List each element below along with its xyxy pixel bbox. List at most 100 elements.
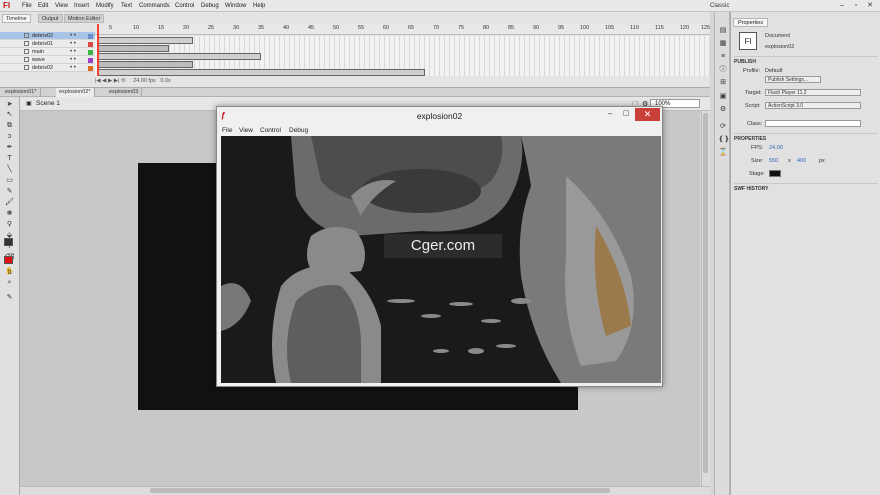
stroke-color-icon[interactable]: ✎ [3, 293, 16, 302]
script-select[interactable]: ActionScript 3.0 [765, 102, 861, 109]
layer-toggles[interactable]: • • [70, 48, 76, 56]
menu-insert[interactable]: Insert [74, 0, 89, 12]
deco-tool-icon[interactable]: ❀ [3, 209, 16, 218]
swap-colors-icon[interactable]: ⇅ [3, 269, 16, 278]
swf-history-header[interactable]: SWF HISTORY [734, 183, 878, 192]
line-tool-icon[interactable]: ╲ [3, 165, 16, 174]
maximize-icon[interactable]: ▫ [850, 1, 862, 11]
brush-tool-icon[interactable]: 🖌 [3, 198, 16, 207]
doc-tab-explosion01[interactable]: explosion01* [2, 88, 41, 97]
layer-row[interactable]: debris02 • • [0, 64, 95, 72]
vertical-scroll-thumb[interactable] [703, 113, 708, 473]
transform-tool-icon[interactable]: ⧉ [3, 121, 16, 130]
class-input[interactable] [765, 120, 861, 127]
target-select[interactable]: Flash Player 11.2 [765, 89, 861, 96]
motion-presets-icon[interactable]: ⟳ [718, 122, 728, 131]
horizontal-scroll-thumb[interactable] [150, 488, 610, 493]
align-icon[interactable]: ≡ [718, 52, 728, 61]
close-icon[interactable]: ✕ [864, 1, 876, 11]
doc-tab-explosion03[interactable]: explosion03 [106, 88, 143, 97]
pencil-tool-icon[interactable]: ✎ [3, 187, 16, 196]
player-menu-view[interactable]: View [239, 126, 253, 135]
layer-row[interactable]: main • • [0, 48, 95, 56]
player-close-icon[interactable]: ✕ [635, 108, 660, 121]
lasso-tool-icon[interactable]: ↄ [3, 132, 16, 141]
code-snippets-icon[interactable]: ❴❵ [718, 135, 730, 144]
doc-name: explosion02 [765, 44, 795, 50]
tab-properties[interactable]: Properties [733, 18, 769, 27]
text-tool-icon[interactable]: T [3, 154, 16, 163]
subselection-tool-icon[interactable]: ↖ [3, 110, 16, 119]
frame-ruler[interactable]: 5 10 15 20 25 30 35 40 45 50 55 60 65 70… [95, 24, 710, 35]
layer-toggles[interactable]: • • [70, 40, 76, 48]
flash-logo: Fl [3, 1, 11, 10]
publish-header[interactable]: PUBLISH [734, 56, 878, 65]
frame-number: 35 [258, 25, 265, 31]
menu-file[interactable]: File [22, 0, 32, 12]
frame-number: 15 [158, 25, 165, 31]
layer-toggles[interactable]: • • [70, 64, 76, 72]
menu-help[interactable]: Help [253, 0, 265, 12]
swatches-icon[interactable]: ▦ [718, 39, 728, 48]
history-icon[interactable]: ⌛ [718, 148, 728, 157]
player-menu-control[interactable]: Control [260, 126, 281, 135]
zoom-tool-icon[interactable]: ⌕ [3, 278, 16, 287]
tab-timeline[interactable]: Timeline [2, 14, 31, 23]
publish-settings-button[interactable]: Publish Settings... [765, 76, 821, 83]
menu-control[interactable]: Control [175, 0, 194, 12]
menu-modify[interactable]: Modify [96, 0, 114, 12]
frame-span[interactable] [97, 53, 261, 60]
transform-icon[interactable]: ⊞ [718, 78, 728, 87]
frame-span[interactable] [97, 69, 425, 76]
layer-toggles[interactable]: • • [70, 56, 76, 64]
playhead[interactable] [97, 24, 99, 76]
layer-row[interactable]: debris01 • • [0, 40, 95, 48]
menu-text[interactable]: Text [121, 0, 132, 12]
workspace-switcher[interactable]: Classic [710, 0, 729, 12]
layer-name: main [32, 49, 44, 55]
player-menu-file[interactable]: File [222, 126, 232, 135]
timeline-controls[interactable]: |◀ ◀ ▶ ▶| ⟲ 24.00 fps 0.0s [95, 78, 171, 84]
menu-window[interactable]: Window [225, 0, 246, 12]
stage-color-swatch[interactable] [769, 170, 781, 177]
size-width[interactable]: 550 [769, 158, 778, 164]
menu-commands[interactable]: Commands [139, 0, 170, 12]
pen-tool-icon[interactable]: ✒ [3, 143, 16, 152]
frame-number: 85 [508, 25, 515, 31]
info-icon[interactable]: ⓘ [718, 65, 728, 74]
bone-tool-icon[interactable]: ⚲ [3, 220, 16, 229]
stroke-color-swatch[interactable] [4, 238, 13, 246]
player-maximize-icon[interactable]: ▢ [619, 109, 633, 121]
fps-value[interactable]: 24.00 [769, 145, 783, 151]
menu-view[interactable]: View [55, 0, 68, 12]
frame-number: 100 [580, 25, 590, 31]
player-minimize-icon[interactable]: – [603, 109, 617, 121]
layer-row[interactable]: debris02 • • [0, 32, 95, 40]
fill-color-swatch[interactable] [4, 256, 13, 264]
scene-label[interactable]: Scene 1 [36, 100, 60, 107]
layer-icon [24, 65, 29, 70]
layer-row[interactable]: wave • • [0, 56, 95, 64]
components-icon[interactable]: ⚙ [718, 105, 728, 114]
tab-output[interactable]: Output [38, 14, 63, 23]
frame-span[interactable] [97, 37, 193, 44]
doc-tab-explosion02[interactable]: explosion02* [56, 88, 95, 97]
color-panel-icon[interactable]: ▤ [718, 26, 728, 35]
rectangle-tool-icon[interactable]: ▭ [3, 176, 16, 185]
size-height[interactable]: 400 [797, 158, 806, 164]
selection-tool-icon[interactable]: ➤ [3, 100, 16, 109]
frame-grid[interactable] [95, 36, 710, 76]
timeline-panel: Timeline Output Motion Editor 5 10 15 20… [0, 12, 710, 88]
layer-name: debris02 [32, 65, 54, 71]
player-menu-debug[interactable]: Debug [289, 126, 308, 135]
player-title: explosion02 [217, 107, 662, 125]
tab-motion-editor[interactable]: Motion Editor [64, 14, 105, 23]
frame-span[interactable] [97, 45, 169, 52]
menu-debug[interactable]: Debug [201, 0, 219, 12]
layer-toggles[interactable]: • • [70, 32, 76, 40]
minimize-icon[interactable]: – [836, 1, 848, 11]
properties-header[interactable]: PROPERTIES [734, 133, 878, 142]
menu-edit[interactable]: Edit [38, 0, 48, 12]
frame-span[interactable] [97, 61, 193, 68]
library-icon[interactable]: ▣ [718, 92, 728, 101]
